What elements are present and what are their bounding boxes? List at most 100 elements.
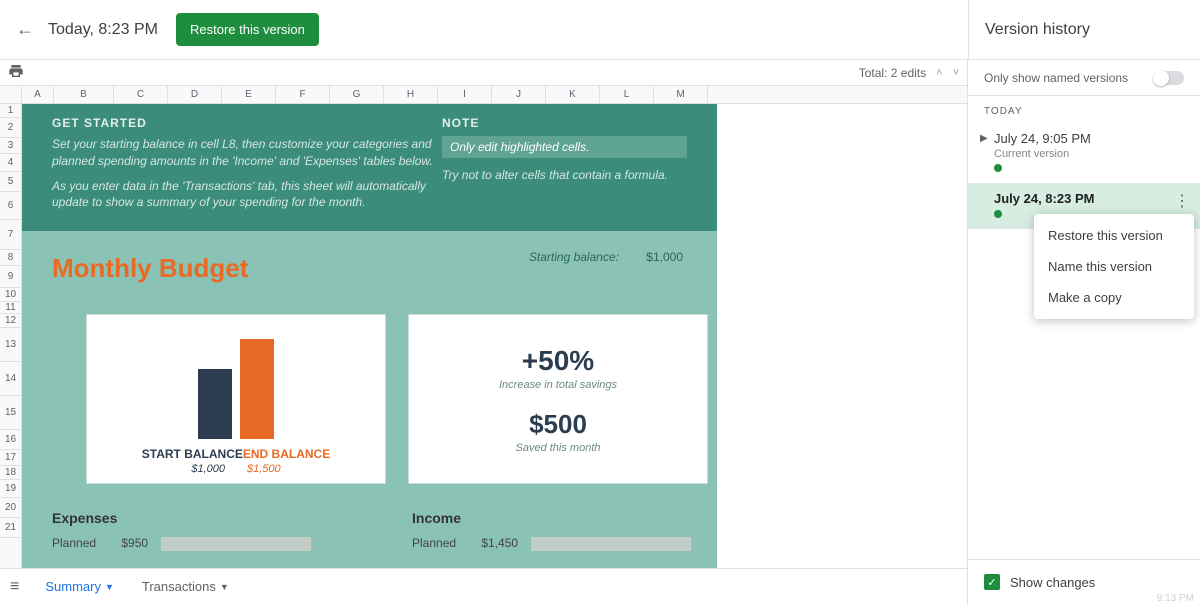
row-header[interactable]: 6	[0, 192, 21, 220]
end-balance-value: $1,500	[247, 463, 281, 475]
row-header[interactable]: 14	[0, 362, 21, 396]
column-header[interactable]: J	[492, 86, 546, 103]
income-planned-label: Planned	[412, 536, 478, 550]
version-history-panel: Only show named versions TODAY ▶ July 24…	[968, 60, 1200, 604]
saved-amount: $500	[529, 409, 587, 440]
version-subtitle: Current version	[994, 148, 1184, 160]
start-balance-value: $1,000	[191, 463, 225, 475]
income-highlight-bar	[531, 537, 691, 551]
tab-caret-icon[interactable]: ▼	[105, 582, 114, 592]
version-item-current[interactable]: ▶ July 24, 9:05 PM Current version	[968, 123, 1200, 183]
tab-caret-icon[interactable]: ▼	[220, 582, 229, 592]
row-header[interactable]: 5	[0, 172, 21, 192]
row-header[interactable]: 1	[0, 104, 21, 118]
row-header[interactable]: 10	[0, 288, 21, 302]
savings-summary-card: +50% Increase in total savings $500 Save…	[408, 314, 708, 484]
today-group-label: TODAY	[968, 96, 1200, 123]
column-header[interactable]: E	[222, 86, 276, 103]
tab-summary-label: Summary	[45, 579, 101, 594]
restore-version-button[interactable]: Restore this version	[176, 13, 319, 46]
expenses-planned-value: $950	[121, 536, 148, 550]
row-header[interactable]: 8	[0, 250, 21, 266]
tab-transactions[interactable]: Transactions ▼	[130, 571, 241, 602]
row-header[interactable]: 11	[0, 302, 21, 314]
row-header[interactable]: 3	[0, 138, 21, 154]
get-started-text-2: As you enter data in the 'Transactions' …	[52, 178, 442, 212]
expenses-heading: Expenses	[52, 510, 311, 526]
note-text: Try not to alter cells that contain a fo…	[442, 168, 687, 182]
author-dot-icon	[994, 164, 1002, 172]
row-header[interactable]: 16	[0, 430, 21, 450]
saved-amount-label: Saved this month	[516, 442, 601, 454]
menu-restore-version[interactable]: Restore this version	[1034, 220, 1194, 251]
row-header[interactable]: 13	[0, 328, 21, 362]
row-header[interactable]: 20	[0, 498, 21, 518]
expand-arrow-icon[interactable]: ▶	[980, 133, 988, 144]
end-balance-label: END BALANCE	[243, 447, 330, 461]
income-planned-value: $1,450	[481, 536, 518, 550]
only-named-toggle[interactable]	[1154, 71, 1184, 85]
row-header[interactable]: 17	[0, 450, 21, 466]
version-time: July 24, 8:23 PM	[994, 191, 1184, 206]
column-header[interactable]: L	[600, 86, 654, 103]
savings-percent: +50%	[522, 345, 594, 377]
spreadsheet-area: Total: 2 edits ˄ ˅ 123456789101112131415…	[0, 60, 968, 604]
savings-percent-label: Increase in total savings	[499, 379, 617, 391]
column-header[interactable]: I	[438, 86, 492, 103]
show-changes-checkbox[interactable]: ✓	[984, 574, 1000, 590]
starting-balance-value[interactable]: $1,000	[646, 250, 683, 264]
author-dot-icon	[994, 210, 1002, 218]
version-more-icon[interactable]: ⋮	[1174, 191, 1190, 211]
menu-name-version[interactable]: Name this version	[1034, 251, 1194, 282]
total-edits-label: Total: 2 edits	[859, 66, 926, 80]
show-changes-label: Show changes	[1010, 575, 1095, 590]
column-header[interactable]: B	[54, 86, 114, 103]
column-header[interactable]: G	[330, 86, 384, 103]
column-header[interactable]: A	[22, 86, 54, 103]
all-sheets-icon[interactable]: ≡	[10, 578, 19, 596]
column-header[interactable]: D	[168, 86, 222, 103]
panel-title: Version history	[968, 0, 1200, 60]
version-timestamp: Today, 8:23 PM	[48, 21, 158, 39]
prev-edit-icon[interactable]: ˄	[936, 67, 942, 79]
print-icon[interactable]	[8, 63, 24, 82]
row-headers: 123456789101112131415161718192021	[0, 86, 22, 568]
row-header[interactable]: 19	[0, 480, 21, 498]
expenses-planned-label: Planned	[52, 536, 118, 550]
row-header[interactable]: 4	[0, 154, 21, 172]
note-highlight-box: Only edit highlighted cells.	[442, 136, 687, 158]
column-header[interactable]: F	[276, 86, 330, 103]
system-time: 9:13 PM	[1157, 593, 1194, 604]
row-header[interactable]: 21	[0, 518, 21, 538]
balance-chart-card: START BALANCEEND BALANCE $1,000 $1,500	[86, 314, 386, 484]
next-edit-icon[interactable]: ˅	[953, 67, 959, 79]
tab-summary[interactable]: Summary ▼	[33, 571, 126, 602]
version-time: July 24, 9:05 PM	[994, 131, 1184, 146]
tab-transactions-label: Transactions	[142, 579, 216, 594]
column-header[interactable]: M	[654, 86, 708, 103]
row-header[interactable]: 15	[0, 396, 21, 430]
starting-balance-label: Starting balance:	[529, 250, 619, 264]
sheet-content[interactable]: GET STARTED Set your starting balance in…	[22, 104, 717, 568]
column-header[interactable]: K	[546, 86, 600, 103]
column-header[interactable]: H	[384, 86, 438, 103]
get-started-title: GET STARTED	[52, 116, 442, 130]
back-arrow-icon[interactable]: ←	[16, 19, 34, 40]
income-heading: Income	[412, 510, 691, 526]
row-header[interactable]: 12	[0, 314, 21, 328]
version-context-menu: Restore this version Name this version M…	[1034, 214, 1194, 319]
get-started-text-1: Set your starting balance in cell L8, th…	[52, 136, 442, 170]
column-header[interactable]: C	[114, 86, 168, 103]
only-named-label: Only show named versions	[984, 71, 1128, 85]
row-header[interactable]: 2	[0, 118, 21, 138]
start-balance-bar	[198, 369, 232, 439]
column-headers: ABCDEFGHIJKLM	[22, 86, 967, 104]
row-header[interactable]: 9	[0, 266, 21, 288]
row-header[interactable]: 18	[0, 466, 21, 480]
expenses-highlight-bar	[161, 537, 311, 551]
end-balance-bar	[240, 339, 274, 439]
menu-make-copy[interactable]: Make a copy	[1034, 282, 1194, 313]
row-header[interactable]: 7	[0, 220, 21, 250]
start-balance-label: START BALANCE	[142, 447, 243, 461]
note-title: NOTE	[442, 116, 687, 130]
